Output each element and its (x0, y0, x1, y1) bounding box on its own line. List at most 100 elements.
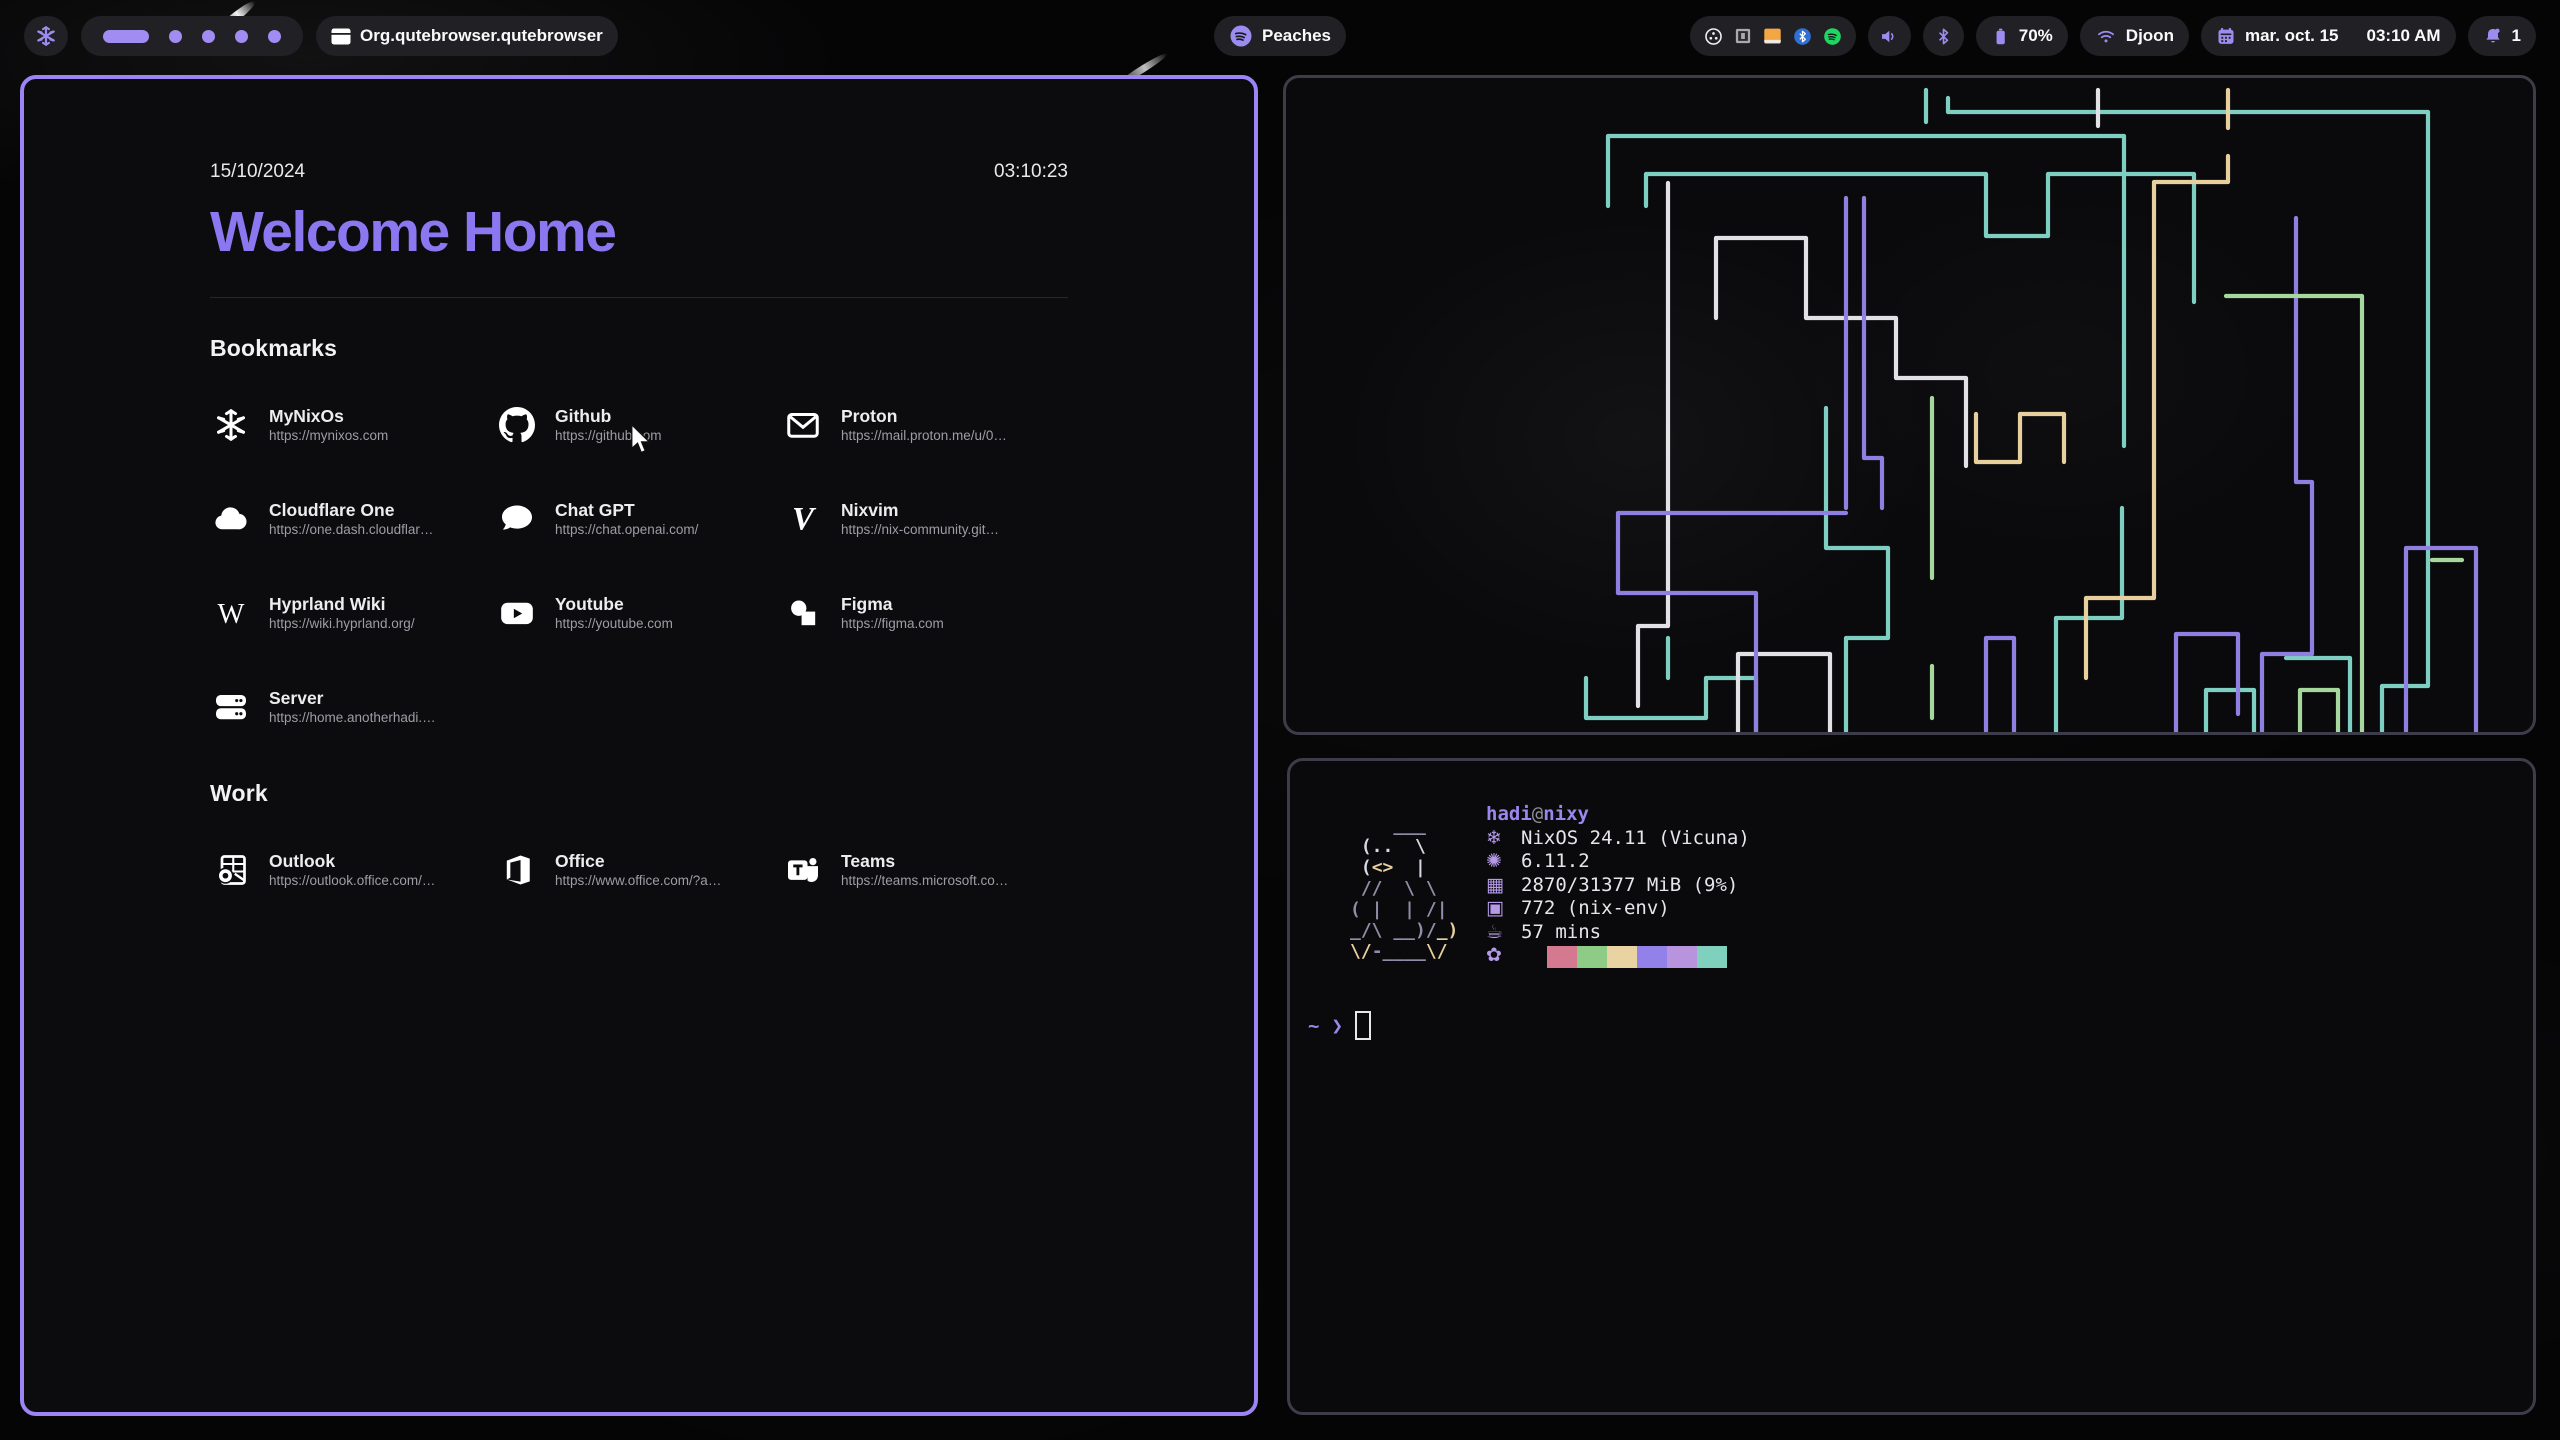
packages-row: ▣772 (nix-env) (1486, 897, 1750, 921)
memory-row: ▦2870/31377 MiB (9%) (1486, 874, 1750, 898)
bluetooth-tray-icon[interactable] (1793, 27, 1812, 46)
workspace-dot[interactable] (235, 30, 248, 43)
nixos-snowflake-icon (35, 25, 57, 47)
startpage-date: 15/10/2024 (210, 161, 305, 183)
kernel-icon: ✺ (1486, 850, 1512, 874)
active-window-title-pill[interactable]: Org.qutebrowser.qutebrowser (316, 16, 618, 56)
bookmark-mynixos[interactable]: MyNixOshttps://mynixos.com (210, 404, 496, 446)
prompt-path: ~ (1308, 1015, 1319, 1037)
media-track-label: Peaches (1262, 26, 1331, 46)
bookmark-cloudflare-one[interactable]: Cloudflare One https://one.dash.cloudflar… (210, 498, 496, 540)
window-title-label: Org.qutebrowser.qutebrowser (360, 26, 603, 46)
battery-icon (1991, 26, 2010, 47)
bell-icon (2483, 26, 2503, 47)
uptime-row: ☕57 mins (1486, 921, 1750, 945)
mail-icon (782, 404, 824, 446)
server-icon (210, 686, 252, 728)
bookmark-url: https://teams.microsoft.co… (841, 874, 1008, 888)
bookmark-title: Cloudflare One (269, 501, 433, 519)
bookmark-chatgpt[interactable]: Chat GPT https://chat.openai.com/ (496, 498, 782, 540)
fastfetch-palette-swatches (1547, 946, 1727, 968)
wikipedia-w-icon: W (210, 592, 252, 634)
bookmark-url: https://chat.openai.com/ (555, 523, 698, 537)
work-grid: Outlook https://outlook.office.com/… Offi… (210, 823, 1068, 917)
prompt-arrow: ❯ (1331, 1015, 1342, 1037)
divider (210, 297, 1068, 298)
bookmark-title: Outlook (269, 852, 435, 870)
bluetooth-pill[interactable] (1923, 16, 1964, 56)
svg-text:W: W (218, 599, 245, 630)
workspace-dot[interactable] (268, 30, 281, 43)
work-heading: Work (210, 780, 1068, 807)
bookmark-title: Server (269, 689, 436, 707)
bookmark-office[interactable]: Office https://www.office.com/?a… (496, 849, 782, 891)
bookmark-title: Figma (841, 595, 944, 613)
bookmark-url: https://www.office.com/?a… (555, 874, 721, 888)
clock-pill[interactable]: mar. oct. 1503:10 AM (2201, 16, 2456, 56)
files-tray-icon[interactable] (1763, 27, 1782, 45)
host-label: nixy (1543, 803, 1589, 825)
calendar-icon (2216, 26, 2236, 46)
bookmark-youtube[interactable]: Youtubehttps://youtube.com (496, 592, 782, 634)
bookmark-nixvim[interactable]: V Nixvimhttps://nix-community.git… (782, 498, 1068, 540)
bookmark-title: Chat GPT (555, 501, 698, 519)
nixos-snowflake-icon (210, 404, 252, 446)
shell-prompt[interactable]: ~❯ (1308, 1011, 1371, 1040)
disc-tray-icon[interactable] (1704, 27, 1723, 46)
bookmark-proton[interactable]: Protonhttps://mail.proton.me/u/0… (782, 404, 1068, 446)
qutebrowser-window: 15/10/2024 03:10:23 Welcome Home Bookmar… (20, 75, 1258, 1416)
bookmark-url: https://outlook.office.com/… (269, 874, 435, 888)
bookmarks-heading: Bookmarks (210, 335, 1068, 362)
keepass-tray-icon[interactable] (1734, 27, 1752, 45)
chat-bubble-icon (496, 498, 538, 540)
notification-pill[interactable]: 1 (2468, 16, 2536, 56)
colors-row: ✿ (1486, 944, 1750, 968)
memory-chip-icon: ▦ (1486, 874, 1512, 898)
nixos-snowflake-icon: ❄ (1486, 827, 1512, 851)
fastfetch-info: hadi@nixy ❄NixOS 24.11 (Vicuna) ✺6.11.2 … (1486, 803, 1750, 968)
bookmark-url: https://one.dash.cloudflar… (269, 523, 433, 537)
bookmark-title: MyNixOs (269, 407, 388, 425)
battery-pill[interactable]: 70% (1976, 16, 2068, 56)
bookmark-url: https://home.anotherhadi.… (269, 711, 436, 725)
workspaces-indicator[interactable] (81, 16, 303, 56)
bookmark-url: https://figma.com (841, 617, 944, 631)
workspace-dot[interactable] (202, 30, 215, 43)
figma-icon (782, 592, 824, 634)
media-player-pill[interactable]: Peaches (1214, 16, 1346, 56)
bookmark-github[interactable]: Githubhttps://github.com (496, 404, 782, 446)
office-icon (496, 849, 538, 891)
package-icon: ▣ (1486, 897, 1512, 921)
volume-icon (1879, 26, 1900, 47)
bookmark-outlook[interactable]: Outlook https://outlook.office.com/… (210, 849, 496, 891)
spotify-tray-icon[interactable] (1823, 27, 1842, 46)
page-title: Welcome Home (210, 199, 1068, 265)
workspace-dot[interactable] (169, 30, 182, 43)
bookmark-title: Teams (841, 852, 1008, 870)
date-label: mar. oct. 15 (2245, 26, 2339, 46)
bookmark-title: Hyprland Wiki (269, 595, 415, 613)
coffee-cup-icon: ☕ (1486, 921, 1512, 945)
bookmark-title: Proton (841, 407, 1007, 425)
bookmark-title: Nixvim (841, 501, 999, 519)
battery-percent-label: 70% (2019, 26, 2053, 46)
workspace-active-pill[interactable] (103, 30, 149, 43)
bookmark-teams[interactable]: Teams https://teams.microsoft.co… (782, 849, 1068, 891)
volume-pill[interactable] (1868, 16, 1911, 56)
os-row: ❄NixOS 24.11 (Vicuna) (1486, 827, 1750, 851)
bookmark-figma[interactable]: Figma https://figma.com (782, 592, 1068, 634)
spotify-icon (1229, 24, 1253, 48)
nixos-logo-button[interactable] (24, 16, 68, 56)
bookmark-title: Office (555, 852, 721, 870)
bookmark-hyprland-wiki[interactable]: W Hyprland Wiki https://wiki.hyprland.org… (210, 592, 496, 634)
bookmark-url: https://wiki.hyprland.org/ (269, 617, 415, 631)
nixvim-v-icon: V (782, 498, 824, 540)
teams-icon (782, 849, 824, 891)
pipes-terminal-window (1283, 75, 2536, 735)
wifi-icon (2095, 26, 2117, 46)
network-pill[interactable]: Djoon (2080, 16, 2189, 56)
kernel-row: ✺6.11.2 (1486, 850, 1750, 874)
system-tray[interactable] (1690, 16, 1856, 56)
bookmark-server[interactable]: Server https://home.anotherhadi.… (210, 686, 496, 728)
network-label: Djoon (2126, 26, 2174, 46)
